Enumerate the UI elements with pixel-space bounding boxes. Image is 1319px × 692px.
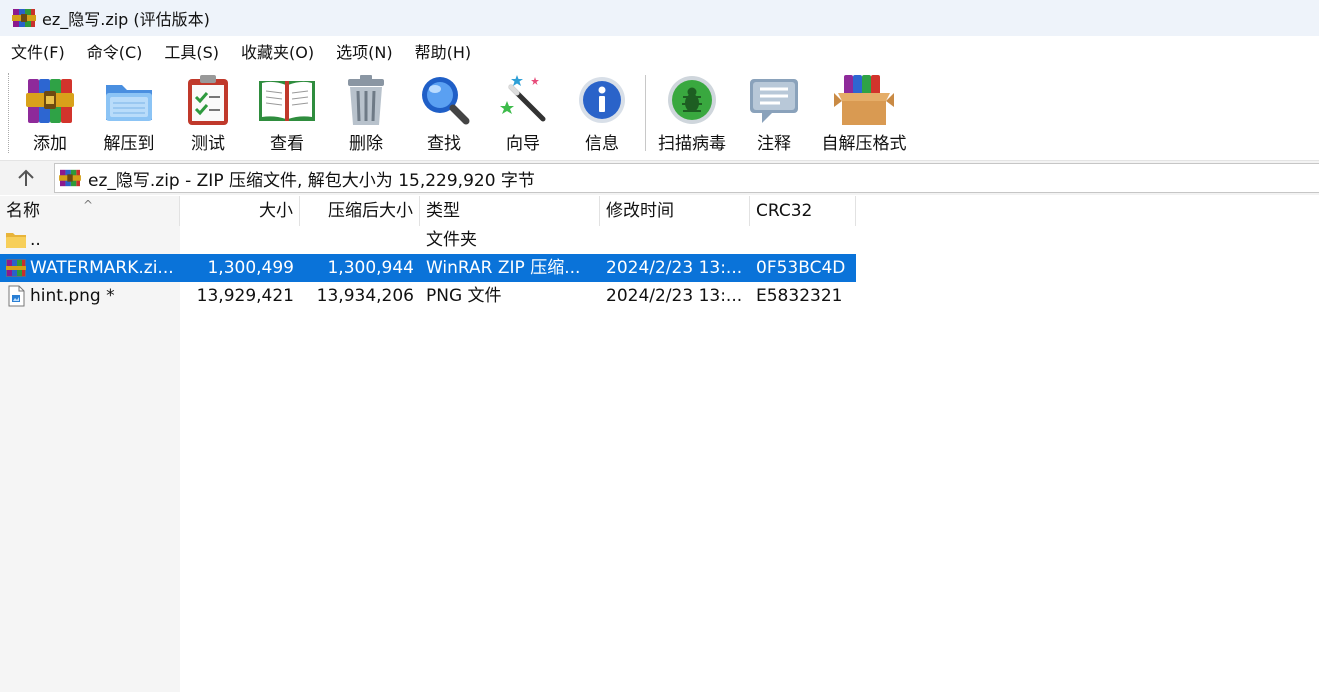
file-size: 13,929,421 [196,286,294,306]
magnifier-icon [422,77,470,125]
info-icon [579,77,625,123]
file-size: 1,300,499 [207,258,294,278]
sfx-label: 自解压格式 [821,134,907,154]
sort-up-icon: ^ [83,198,94,212]
winrar-icon [12,9,36,27]
file-name: WATERMARK.zi... [30,258,174,278]
title-bar: ez_隐写.zip (评估版本) [0,0,1319,36]
file-packed-size: 13,934,206 [316,286,414,306]
list-header: 名称 ^ 大小 压缩后大小 类型 修改时间 CRC32 [0,196,856,226]
view-button[interactable]: 查看 [256,73,318,157]
magic-wand-icon [500,75,546,122]
sfx-box-icon [834,75,894,125]
file-type: 文件夹 [426,230,477,250]
window-title: ez_隐写.zip (评估版本) [42,10,210,29]
virus-scan-button[interactable]: 扫描病毒 [654,73,730,157]
up-arrow-icon [18,169,34,186]
menu-commands[interactable]: 命令(C) [76,37,154,68]
delete-button[interactable]: 删除 [340,73,392,157]
find-button[interactable]: 查找 [418,73,470,157]
file-type: PNG 文件 [426,286,502,306]
view-label: 查看 [270,134,304,154]
folder-icon [6,233,26,248]
menu-bar: 文件(F) 命令(C) 工具(S) 收藏夹(O) 选项(N) 帮助(H) [0,37,1319,68]
add-label: 添加 [33,134,67,154]
clipboard-check-icon [188,75,228,125]
table-row[interactable]: .. 文件夹 [0,226,856,254]
file-packed-size: 1,300,944 [327,258,414,278]
toolbar-separator [645,75,646,151]
column-size[interactable]: 大小 [180,196,300,226]
find-label: 查找 [427,134,461,154]
column-crc[interactable]: CRC32 [750,196,856,226]
toolbar-grip[interactable] [8,73,12,153]
file-name: hint.png * [30,286,115,306]
menu-file[interactable]: 文件(F) [0,37,76,68]
file-name: .. [30,230,41,250]
extract-to-label: 解压到 [103,134,155,154]
path-text: ez_隐写.zip - ZIP 压缩文件, 解包大小为 15,229,920 字… [88,170,535,191]
path-field[interactable]: ez_隐写.zip - ZIP 压缩文件, 解包大小为 15,229,920 字… [54,163,1319,193]
menu-help[interactable]: 帮助(H) [404,37,483,68]
file-modified: 2024/2/23 13:... [606,258,743,278]
add-button[interactable]: 添加 [22,73,78,157]
extract-folder-icon [106,85,152,121]
toolbar: 添加 解压到 测试 查看 删除 查找 向导 信息 扫描病毒 注释 自解压格式 [0,69,1319,159]
path-bar: ez_隐写.zip - ZIP 压缩文件, 解包大小为 15,229,920 字… [0,160,1319,195]
add-archive-icon [26,79,74,123]
extract-to-button[interactable]: 解压到 [100,73,158,157]
sfx-button[interactable]: 自解压格式 [818,73,910,157]
speech-bubble-icon [750,79,798,123]
book-icon [259,81,315,121]
menu-options[interactable]: 选项(N) [325,37,403,68]
bug-scan-icon [668,76,716,124]
column-name-label: 名称 [6,201,40,221]
virus-scan-label: 扫描病毒 [658,134,726,154]
trash-can-icon [348,75,384,125]
comment-label: 注释 [757,134,791,154]
delete-label: 删除 [349,134,383,154]
file-packed-size [300,226,414,254]
comment-button[interactable]: 注释 [748,73,800,157]
file-size [180,226,294,254]
png-file-icon [8,285,25,307]
test-button[interactable]: 测试 [182,73,234,157]
column-modified[interactable]: 修改时间 [600,196,750,226]
zip-archive-icon [6,259,26,277]
menu-favorites[interactable]: 收藏夹(O) [230,37,325,68]
info-label: 信息 [585,134,619,154]
file-crc [756,226,852,254]
file-modified [606,226,746,254]
file-crc: 0F53BC4D [756,258,846,278]
winrar-icon [59,169,81,187]
up-button[interactable] [10,165,42,191]
wizard-button[interactable]: 向导 [497,73,549,157]
table-row-selected[interactable]: WATERMARK.zi... 1,300,499 1,300,944 WinR… [0,254,856,282]
column-type[interactable]: 类型 [420,196,600,226]
menu-tools[interactable]: 工具(S) [153,37,230,68]
wizard-label: 向导 [506,134,540,154]
column-name[interactable]: 名称 ^ [0,196,180,226]
file-modified: 2024/2/23 13:... [606,286,743,306]
file-type: WinRAR ZIP 压缩... [426,258,581,278]
info-button[interactable]: 信息 [576,73,628,157]
test-label: 测试 [191,134,225,154]
table-row[interactable]: hint.png * 13,929,421 13,934,206 PNG 文件 … [0,282,856,310]
file-list[interactable]: 名称 ^ 大小 压缩后大小 类型 修改时间 CRC32 .. 文件夹 WATER… [0,196,1319,692]
column-packed[interactable]: 压缩后大小 [300,196,420,226]
file-crc: E5832321 [756,286,843,306]
